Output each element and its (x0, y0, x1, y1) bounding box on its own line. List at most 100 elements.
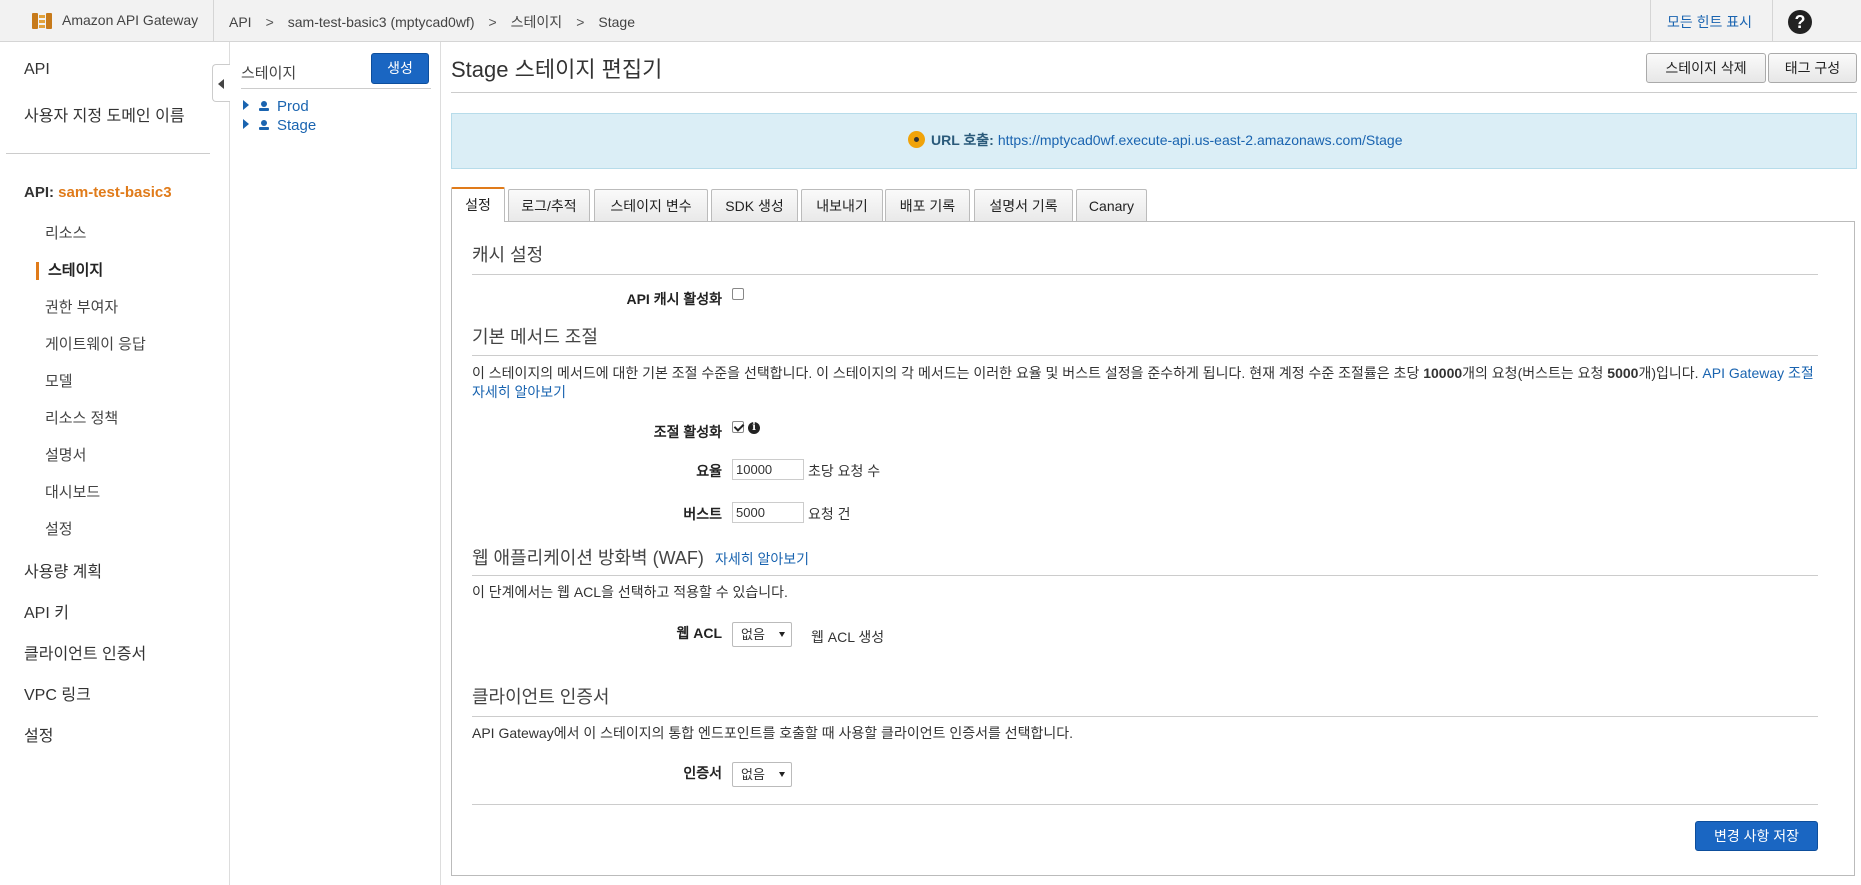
tab-logs-tracing[interactable]: 로그/추적 (508, 189, 590, 221)
breadcrumb-separator: > (265, 14, 274, 30)
waf-heading: 웹 애플리케이션 방화벽 (WAF) 자세히 알아보기 (472, 544, 809, 570)
throttling-description: 이 스테이지의 메서드에 대한 기본 조절 수준을 선택합니다. 이 스테이지의… (472, 364, 1818, 402)
burst-label: 버스트 (683, 506, 722, 522)
rate-label: 요율 (696, 463, 722, 479)
stage-tree-item-stage[interactable]: Stage (243, 117, 316, 134)
nav-api-prefix: API: (24, 184, 54, 201)
certificate-label: 인증서 (683, 765, 722, 781)
cache-settings-heading: 캐시 설정 (472, 245, 544, 265)
nav-item-authorizers[interactable]: 권한 부여자 (45, 296, 118, 317)
certificate-select[interactable]: 없음 (732, 762, 792, 787)
breadcrumb-separator: > (576, 14, 585, 30)
nav-item-api-keys[interactable]: API 키 (24, 599, 69, 623)
nav-item-resource-policy[interactable]: 리소스 정책 (45, 407, 118, 428)
throttling-heading: 기본 메서드 조절 (472, 327, 598, 347)
waf-heading-text: 웹 애플리케이션 방화벽 (WAF) (472, 548, 704, 568)
nav-active-indicator (36, 262, 39, 280)
web-acl-label: 웹 ACL (676, 625, 722, 641)
tab-canary[interactable]: Canary (1076, 189, 1147, 221)
expand-caret-icon[interactable] (243, 119, 249, 129)
throttling-desc-text: 이 스테이지의 메서드에 대한 기본 조절 수준을 선택합니다. 이 스테이지의… (472, 365, 1424, 381)
create-web-acl-link[interactable]: 웹 ACL 생성 (811, 627, 884, 647)
waf-learn-more-link[interactable]: 자세히 알아보기 (715, 551, 809, 567)
invoke-url-link[interactable]: https://mptycad0wf.execute-api.us-east-2… (998, 132, 1403, 148)
breadcrumb-separator: > (488, 14, 497, 30)
nav-item-vpc-links[interactable]: VPC 링크 (24, 681, 91, 705)
account-burst-limit: 5000 (1607, 365, 1639, 381)
nav-item-documentation[interactable]: 설명서 (45, 444, 86, 465)
nav-item-settings[interactable]: 설정 (24, 722, 53, 746)
client-certificate-heading: 클라이언트 인증서 (472, 687, 610, 707)
tab-export[interactable]: 내보내기 (801, 189, 883, 221)
web-acl-select[interactable]: 없음 (732, 622, 792, 647)
stages-panel: 스테이지 생성 Prod Stage (231, 42, 441, 885)
invoke-url-line: URL 호출: https://mptycad0wf.execute-api.us… (908, 130, 1402, 150)
burst-unit: 요청 건 (808, 506, 851, 522)
topbar-divider (1772, 0, 1773, 42)
tab-deployment-history[interactable]: 배포 기록 (885, 189, 970, 221)
api-cache-checkbox[interactable] (732, 288, 744, 300)
throttling-desc-text: 개의 요청(버스트는 요청 (1462, 365, 1608, 381)
waf-description: 이 단계에서는 웹 ACL을 선택하고 적용할 수 있습니다. (472, 584, 788, 600)
tab-sdk-generation[interactable]: SDK 생성 (711, 189, 798, 221)
rate-unit: 초당 요청 수 (808, 463, 881, 479)
throttling-desc-text: 개)입니다. (1638, 365, 1703, 381)
stage-tree-label: Prod (277, 98, 309, 115)
nav-current-api: API: sam-test-basic3 (24, 184, 172, 201)
nav-item-models[interactable]: 모델 (45, 370, 73, 391)
nav-item-usage-plans[interactable]: 사용량 계획 (24, 558, 102, 582)
delete-stage-button[interactable]: 스테이지 삭제 (1646, 53, 1766, 83)
api-gateway-logo-icon[interactable] (30, 9, 54, 33)
account-rate-limit: 10000 (1423, 365, 1463, 381)
nav-item-dashboard[interactable]: 대시보드 (45, 481, 100, 502)
throttling-enable-checkbox[interactable] (732, 421, 744, 433)
nav-item-resources[interactable]: 리소스 (45, 222, 86, 243)
stages-panel-title: 스테이지 (241, 65, 297, 82)
info-dot-icon (908, 131, 925, 148)
breadcrumb-api-name[interactable]: sam-test-basic3 (mptycad0wf) (288, 14, 475, 30)
tab-documentation-history[interactable]: 설명서 기록 (974, 189, 1073, 221)
breadcrumb-current-stage: Stage (598, 14, 635, 30)
nav-divider (6, 153, 210, 154)
stages-panel-divider (241, 88, 431, 89)
tab-settings[interactable]: 설정 (451, 187, 505, 222)
rate-input[interactable] (732, 459, 804, 480)
stage-tree-item-prod[interactable]: Prod (243, 98, 309, 115)
info-icon[interactable]: i (748, 422, 760, 434)
left-navigation: API 사용자 지정 도메인 이름 API: sam-test-basic3 리… (0, 42, 230, 885)
top-bar: Amazon API Gateway API > sam-test-basic3 (… (0, 0, 1861, 42)
nav-item-api[interactable]: API (24, 61, 50, 79)
throttling-enable-label: 조절 활성화 (653, 424, 722, 440)
configure-tags-button[interactable]: 태그 구성 (1768, 53, 1857, 83)
section-divider (472, 804, 1818, 805)
topbar-divider (213, 0, 214, 42)
nav-item-client-certificates[interactable]: 클라이언트 인증서 (24, 640, 146, 664)
nav-item-gateway-responses[interactable]: 게이트웨이 응답 (45, 333, 146, 354)
collapse-sidebar-handle[interactable] (212, 64, 230, 102)
nav-item-custom-domain[interactable]: 사용자 지정 도메인 이름 (24, 102, 185, 126)
stage-icon (259, 101, 269, 111)
create-stage-button[interactable]: 생성 (371, 53, 429, 84)
invoke-url-banner: URL 호출: https://mptycad0wf.execute-api.us… (451, 113, 1857, 169)
section-divider (472, 274, 1818, 275)
section-divider (472, 716, 1818, 717)
topbar-divider (1650, 0, 1651, 42)
nav-item-stages[interactable]: 스테이지 (48, 259, 103, 280)
section-divider (472, 355, 1818, 356)
page-title: Stage 스테이지 편집기 (451, 57, 663, 82)
nav-api-name[interactable]: sam-test-basic3 (58, 184, 171, 201)
help-icon[interactable]: ? (1788, 10, 1812, 34)
save-changes-button[interactable]: 변경 사항 저장 (1695, 821, 1818, 851)
stage-tree-label: Stage (277, 117, 317, 134)
tab-stage-variables[interactable]: 스테이지 변수 (594, 189, 708, 221)
show-all-hints-link[interactable]: 모든 힌트 표시 (1667, 12, 1752, 32)
breadcrumb: API > sam-test-basic3 (mptycad0wf) > 스테이지 > St… (229, 12, 635, 32)
breadcrumb-api[interactable]: API (229, 14, 252, 30)
app-name[interactable]: Amazon API Gateway (62, 12, 198, 28)
client-certificate-description: API Gateway에서 이 스테이지의 통합 엔드포인트를 호출할 때 사용… (472, 725, 1074, 741)
nav-item-api-settings[interactable]: 설정 (45, 518, 73, 539)
breadcrumb-stages[interactable]: 스테이지 (511, 12, 563, 32)
expand-caret-icon[interactable] (243, 100, 249, 110)
stage-icon (259, 120, 269, 130)
burst-input[interactable] (732, 502, 804, 523)
